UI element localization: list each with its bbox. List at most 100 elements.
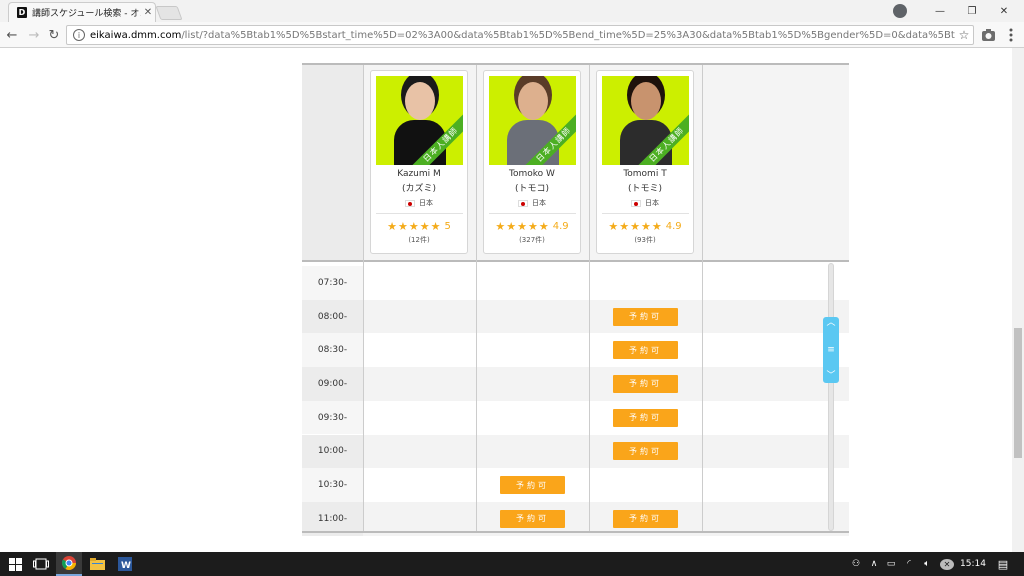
scroll-up-chevron-icon[interactable]: ︿ [826,319,835,328]
card-separator [376,213,463,214]
reserve-slot-button[interactable]: 予約可 [500,509,565,528]
scroll-down-chevron-icon[interactable]: ﹀ [826,372,835,381]
windows-taskbar: W ⚇ ∧ ▭ ◜ 🔈︎ ✕ 15:14 ▤ [0,552,1024,576]
column-divider [589,65,590,533]
teacher-name[interactable]: Kazumi M [371,169,467,179]
country-label: 日本 [532,199,546,207]
time-row: 08:30- 予約可 [302,333,849,368]
teacher-card[interactable]: 日本人講師 Kazumi M (カズミ) 日本 ★★★★★ 5 (12件) [370,70,468,254]
rating-value: 5 [444,221,451,232]
time-row: 07:30- [302,266,849,300]
teacher-rating: ★★★★★ 4.9 [484,220,580,233]
bookmark-star-icon[interactable]: ☆ [955,28,973,42]
teacher-country: 日本 [371,198,467,208]
restore-icon[interactable]: ❐ [956,0,988,22]
rating-value: 4.9 [665,221,682,232]
minimize-icon[interactable]: — [924,0,956,22]
forward-arrow-icon[interactable]: → [26,27,42,43]
rating-value: 4.9 [552,221,569,232]
file-explorer-icon[interactable] [84,552,110,576]
close-tab-icon[interactable]: ✕ [141,7,155,18]
reserve-slot-button[interactable]: 予約可 [500,476,565,495]
task-view-icon[interactable] [28,552,54,576]
url-text: eikaiwa.dmm.com/list/?data%5Btab1%5D%5Bs… [90,30,955,41]
page-scrollbar-thumb[interactable] [1014,328,1022,458]
browser-toolbar: ← → ↻ i eikaiwa.dmm.com/list/?data%5Btab… [0,22,1024,48]
reserve-slot-button[interactable]: 予約可 [613,408,678,427]
star-rating-icon: ★★★★★ [608,220,663,233]
time-row: 09:30- 予約可 [302,400,849,435]
back-arrow-icon[interactable]: ← [4,27,20,43]
menu-dots-icon[interactable] [1003,27,1019,43]
reserve-slot-button[interactable]: 予約可 [613,509,678,528]
header-rule [302,260,849,262]
tab-title: 講師スケジュール検索 - オン [32,9,141,19]
time-row: 09:00- 予約可 [302,367,849,401]
time-row: 08:00- 予約可 [302,299,849,334]
browser-tab[interactable]: D 講師スケジュール検索 - オン ✕ [8,2,156,22]
battery-icon[interactable]: ▭ [882,559,900,569]
taskbar-clock[interactable]: 15:14 [958,559,988,569]
teacher-country: 日本 [597,198,693,208]
teacher-rating: ★★★★★ 4.9 [597,220,693,233]
teacher-name[interactable]: Tomoko W [484,169,580,179]
column-divider [476,65,477,533]
url-path: /list/?data%5Btab1%5D%5Bstart_time%5D=02… [181,29,955,41]
time-label: 08:00- [302,299,363,334]
word-icon[interactable]: W [112,552,138,576]
teacher-kana: (トモミ) [627,184,663,194]
country-label: 日本 [419,199,433,207]
scroll-grip-icon: ≡ [827,344,835,355]
time-label: 10:00- [302,434,363,469]
time-row: 10:30- 予約可 [302,468,849,502]
review-count: (12件) [408,236,430,244]
url-host: eikaiwa.dmm.com [90,29,182,41]
teacher-name[interactable]: Tomomi T [597,169,693,179]
people-icon[interactable]: ⚇ [846,559,866,569]
svg-text:W: W [121,561,131,571]
windows-start-icon[interactable] [2,552,28,576]
teacher-photo[interactable]: 日本人講師 [602,76,689,165]
schedule-scrollbar-track[interactable] [828,263,834,531]
teacher-photo[interactable]: 日本人講師 [376,76,463,165]
system-tray: ⚇ ∧ ▭ ◜ 🔈︎ ✕ 15:14 ▤ [846,552,1018,576]
volume-icon[interactable]: 🔈︎ [918,559,936,569]
reload-icon[interactable]: ↻ [46,27,62,43]
reserve-slot-button[interactable]: 予約可 [613,307,678,326]
reserve-slot-button[interactable]: 予約可 [613,442,678,461]
schedule-scrollbar-thumb[interactable]: ︿ ≡ ﹀ [823,317,839,383]
review-count: (327件) [519,236,545,244]
info-icon[interactable]: i [73,29,85,41]
page-scrollbar[interactable] [1012,48,1024,552]
address-bar[interactable]: i eikaiwa.dmm.com/list/?data%5Btab1%5D%5… [66,25,974,45]
teacher-card[interactable]: 日本人講師 Tomomi T (トモミ) 日本 ★★★★★ 4.9 (93件) [596,70,694,254]
notification-center-icon[interactable]: ▤ [988,558,1018,571]
dmm-favicon-icon: D [17,7,27,18]
portrait-head [518,82,548,120]
reserve-slot-button[interactable]: 予約可 [613,341,678,360]
teacher-photo[interactable]: 日本人講師 [489,76,576,165]
header-time-column [302,65,363,260]
teacher-kana: (トモコ) [514,184,550,194]
star-rating-icon: ★★★★★ [495,220,550,233]
time-label: 09:30- [302,400,363,435]
profile-icon[interactable] [893,4,907,18]
teacher-card[interactable]: 日本人講師 Tomoko W (トモコ) 日本 ★★★★★ 4.9 (327件) [483,70,581,254]
extension-icon[interactable] [980,27,996,43]
time-label: 08:30- [302,333,363,368]
portrait-head [631,82,661,120]
portrait-head [405,82,435,120]
new-tab-button[interactable] [155,6,183,20]
wifi-icon[interactable]: ◜ [900,559,918,569]
japan-flag-icon [405,199,415,207]
tray-chevron-up-icon[interactable]: ∧ [866,559,882,569]
chrome-taskbar-icon[interactable] [56,552,82,576]
tab-strip: D 講師スケジュール検索 - オン ✕ — ❐ ✕ [0,0,1024,22]
reserve-slot-button[interactable]: 予約可 [613,374,678,393]
window-close-icon[interactable]: ✕ [988,0,1020,22]
window-controls: — ❐ ✕ [924,0,1020,22]
time-row: 10:00- 予約可 [302,434,849,469]
status-x-icon[interactable]: ✕ [940,558,954,570]
teacher-country: 日本 [484,198,580,208]
column-divider [702,65,703,533]
